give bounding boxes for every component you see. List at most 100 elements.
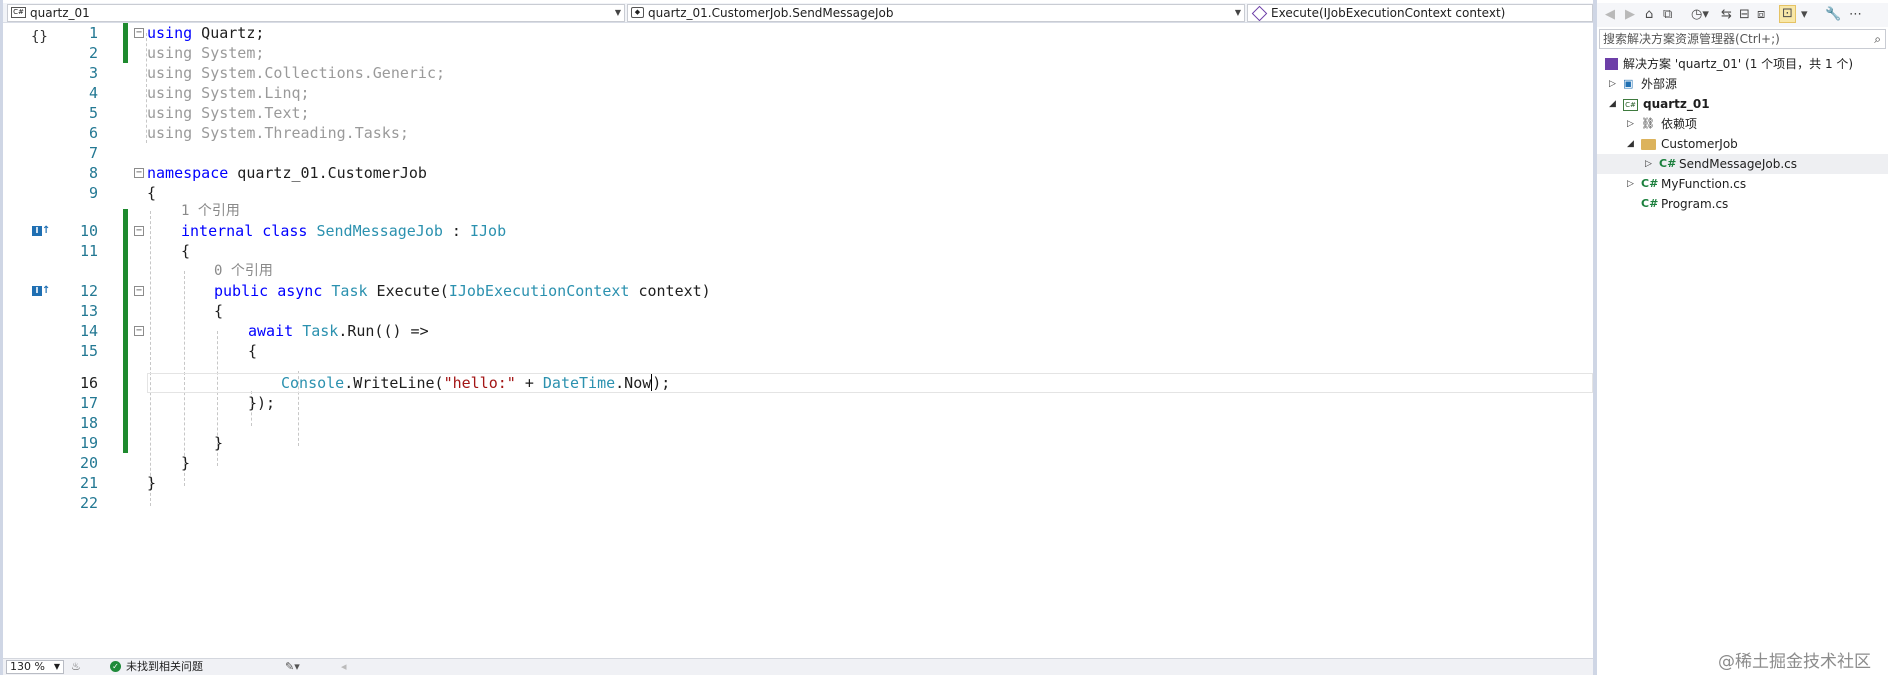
tree-item-folder[interactable]: ◢ CustomerJob [1597, 134, 1888, 154]
copilot-icon[interactable]: ♨ [71, 660, 81, 673]
line-number: 4 [88, 84, 98, 102]
line-number: 18 [79, 414, 98, 432]
type-name: IJob [470, 222, 507, 240]
tree-item-external-sources[interactable]: ▷ ▣ 外部源 [1597, 74, 1888, 94]
fold-toggle-icon[interactable]: − [134, 168, 144, 178]
wrench-icon[interactable]: 🔧 [1825, 7, 1841, 23]
line-number: 21 [79, 474, 98, 492]
type-name: Console [281, 374, 345, 392]
tree-item-solution[interactable]: 解决方案 'quartz_01' (1 个项目，共 1 个) [1597, 54, 1888, 74]
fold-toggle-icon[interactable]: − [134, 28, 144, 38]
track-active-item-icon[interactable]: ⊡ [1779, 5, 1796, 23]
tree-item-label: 依赖项 [1661, 117, 1698, 131]
tree-item-dependencies[interactable]: ▷ ⛓ 依赖项 [1597, 114, 1888, 134]
forward-icon[interactable]: ▶ [1625, 7, 1635, 23]
code-text: using System.Text; [147, 104, 310, 122]
fold-toggle-icon[interactable]: − [134, 326, 144, 336]
code-line: 5 using System.Text; [3, 103, 1593, 123]
solution-search-input[interactable]: 搜索解决方案资源管理器(Ctrl+;) ⌕ [1599, 29, 1886, 49]
line-number: 12 [79, 282, 98, 300]
type-name: DateTime [542, 374, 616, 392]
line-number: 15 [79, 342, 98, 360]
expand-arrow-icon[interactable]: ▷ [1627, 174, 1634, 194]
chevron-down-icon: ▼ [614, 8, 621, 17]
type-name: Task [331, 282, 368, 300]
fold-toggle-icon[interactable]: − [134, 226, 144, 236]
pending-changes-icon[interactable]: ◷▾ [1691, 7, 1709, 23]
chevron-down-icon[interactable]: ▾ [1801, 7, 1808, 23]
keyword: internal class [181, 222, 317, 240]
keyword: await [248, 322, 303, 340]
code-line: 21 } [3, 473, 1593, 493]
scroll-left-icon[interactable]: ◂ [341, 660, 347, 673]
status-bar: 130 % ▼ ♨ ✓ 未找到相关问题 ✎▾ ◂ [3, 658, 1593, 675]
code-line: I ↑ 12 − public async Task Execute(IJobEx… [3, 281, 1593, 301]
code-text: Quartz; [192, 24, 265, 42]
code-line: 6 using System.Threading.Tasks; [3, 123, 1593, 143]
code-text: .Now [615, 374, 652, 392]
expand-arrow-icon[interactable]: ▷ [1645, 154, 1652, 174]
zoom-level: 130 % [10, 660, 45, 673]
solution-explorer: ◀ ▶ ⌂ ⧉ ◷▾ ⇆ ⊟ ⧈ ⊡ ▾ 🔧 ⋯ 搜索解决方案资源管理器(Ctr… [1597, 0, 1888, 675]
code-line: 8 − namespace quartz_01.CustomerJob [3, 163, 1593, 183]
search-icon[interactable]: ⌕ [1874, 30, 1881, 48]
dependencies-icon: ⛓ [1641, 117, 1655, 130]
search-placeholder: 搜索解决方案资源管理器(Ctrl+;) [1603, 32, 1780, 46]
code-line-current: 16 Console.WriteLine("hello:" + DateTime… [3, 373, 1593, 393]
code-text: } [181, 454, 191, 472]
collapse-arrow-icon[interactable]: ◢ [1609, 94, 1616, 114]
code-line: 19 } [3, 433, 1593, 453]
expand-arrow-icon[interactable]: ▷ [1609, 74, 1616, 94]
line-number: 22 [79, 494, 98, 512]
expand-arrow-icon[interactable]: ▷ [1627, 114, 1634, 134]
back-icon[interactable]: ◀ [1605, 7, 1615, 23]
code-cleanup-icon[interactable]: ✎▾ [285, 660, 300, 673]
switch-views-icon[interactable]: ⧉ [1663, 7, 1672, 23]
collapse-all-icon[interactable]: ⊟ [1739, 7, 1750, 23]
line-number: 3 [88, 64, 98, 82]
code-line: 20 } [3, 453, 1593, 473]
project-dropdown[interactable]: C# quartz_01 ▼ [7, 4, 625, 22]
external-sources-icon: ▣ [1623, 77, 1634, 90]
tree-item-file[interactable]: C# Program.cs [1597, 194, 1888, 214]
code-text: { [147, 184, 157, 202]
preview-icon[interactable]: ⋯ [1849, 7, 1862, 23]
code-line: 14 − await Task.Run(() => [3, 321, 1593, 341]
show-all-files-icon[interactable]: ⧈ [1757, 7, 1765, 23]
line-number: 7 [88, 144, 98, 162]
code-editor[interactable]: C# quartz_01 ▼ ◆ quartz_01.CustomerJob.Sen… [0, 0, 1593, 675]
implementation-marker-icon[interactable]: I ↑ [32, 286, 50, 296]
class-dropdown[interactable]: ◆ quartz_01.CustomerJob.SendMessageJob ▼ [627, 4, 1245, 22]
code-text: Execute( [367, 282, 449, 300]
implementation-marker-icon[interactable]: I ↑ [32, 226, 50, 236]
zoom-dropdown[interactable]: 130 % ▼ [6, 660, 64, 674]
codelens-references[interactable]: 1 个引用 [181, 201, 240, 221]
line-number: 10 [79, 222, 98, 240]
fold-toggle-icon[interactable]: − [134, 286, 144, 296]
member-dropdown[interactable]: Execute(IJobExecutionContext context) [1247, 4, 1593, 22]
code-text: } [214, 434, 224, 452]
tree-item-project[interactable]: ◢ C# quartz_01 [1597, 94, 1888, 114]
tree-item-label: CustomerJob [1661, 137, 1738, 151]
code-line: 18 [3, 413, 1593, 433]
sync-icon[interactable]: ⇆ [1721, 7, 1732, 23]
code-line: 15 { [3, 341, 1593, 361]
code-line: 17 }); [3, 393, 1593, 413]
home-icon[interactable]: ⌂ [1645, 7, 1653, 23]
collapse-arrow-icon[interactable]: ◢ [1627, 134, 1634, 154]
code-text: using System; [147, 44, 265, 62]
tree-item-label: Program.cs [1661, 197, 1729, 211]
tree-item-file-selected[interactable]: ▷ C# SendMessageJob.cs [1597, 154, 1888, 174]
watermark: @稀土掘金技术社区 [1718, 652, 1871, 672]
line-number: 11 [79, 242, 98, 260]
code-text: .Run(() => [338, 322, 429, 340]
line-number: 14 [79, 322, 98, 340]
issues-status[interactable]: 未找到相关问题 [126, 660, 203, 674]
codelens-references[interactable]: 0 个引用 [214, 261, 273, 281]
line-number: 6 [88, 124, 98, 142]
csharp-file-icon: C# [1641, 197, 1659, 210]
code-line: 22 [3, 493, 1593, 513]
tree-item-file[interactable]: ▷ C# MyFunction.cs [1597, 174, 1888, 194]
code-area[interactable]: {} 1 − using Quartz; 2 using System; 3 u… [3, 23, 1593, 658]
chevron-down-icon: ▼ [1234, 8, 1241, 17]
